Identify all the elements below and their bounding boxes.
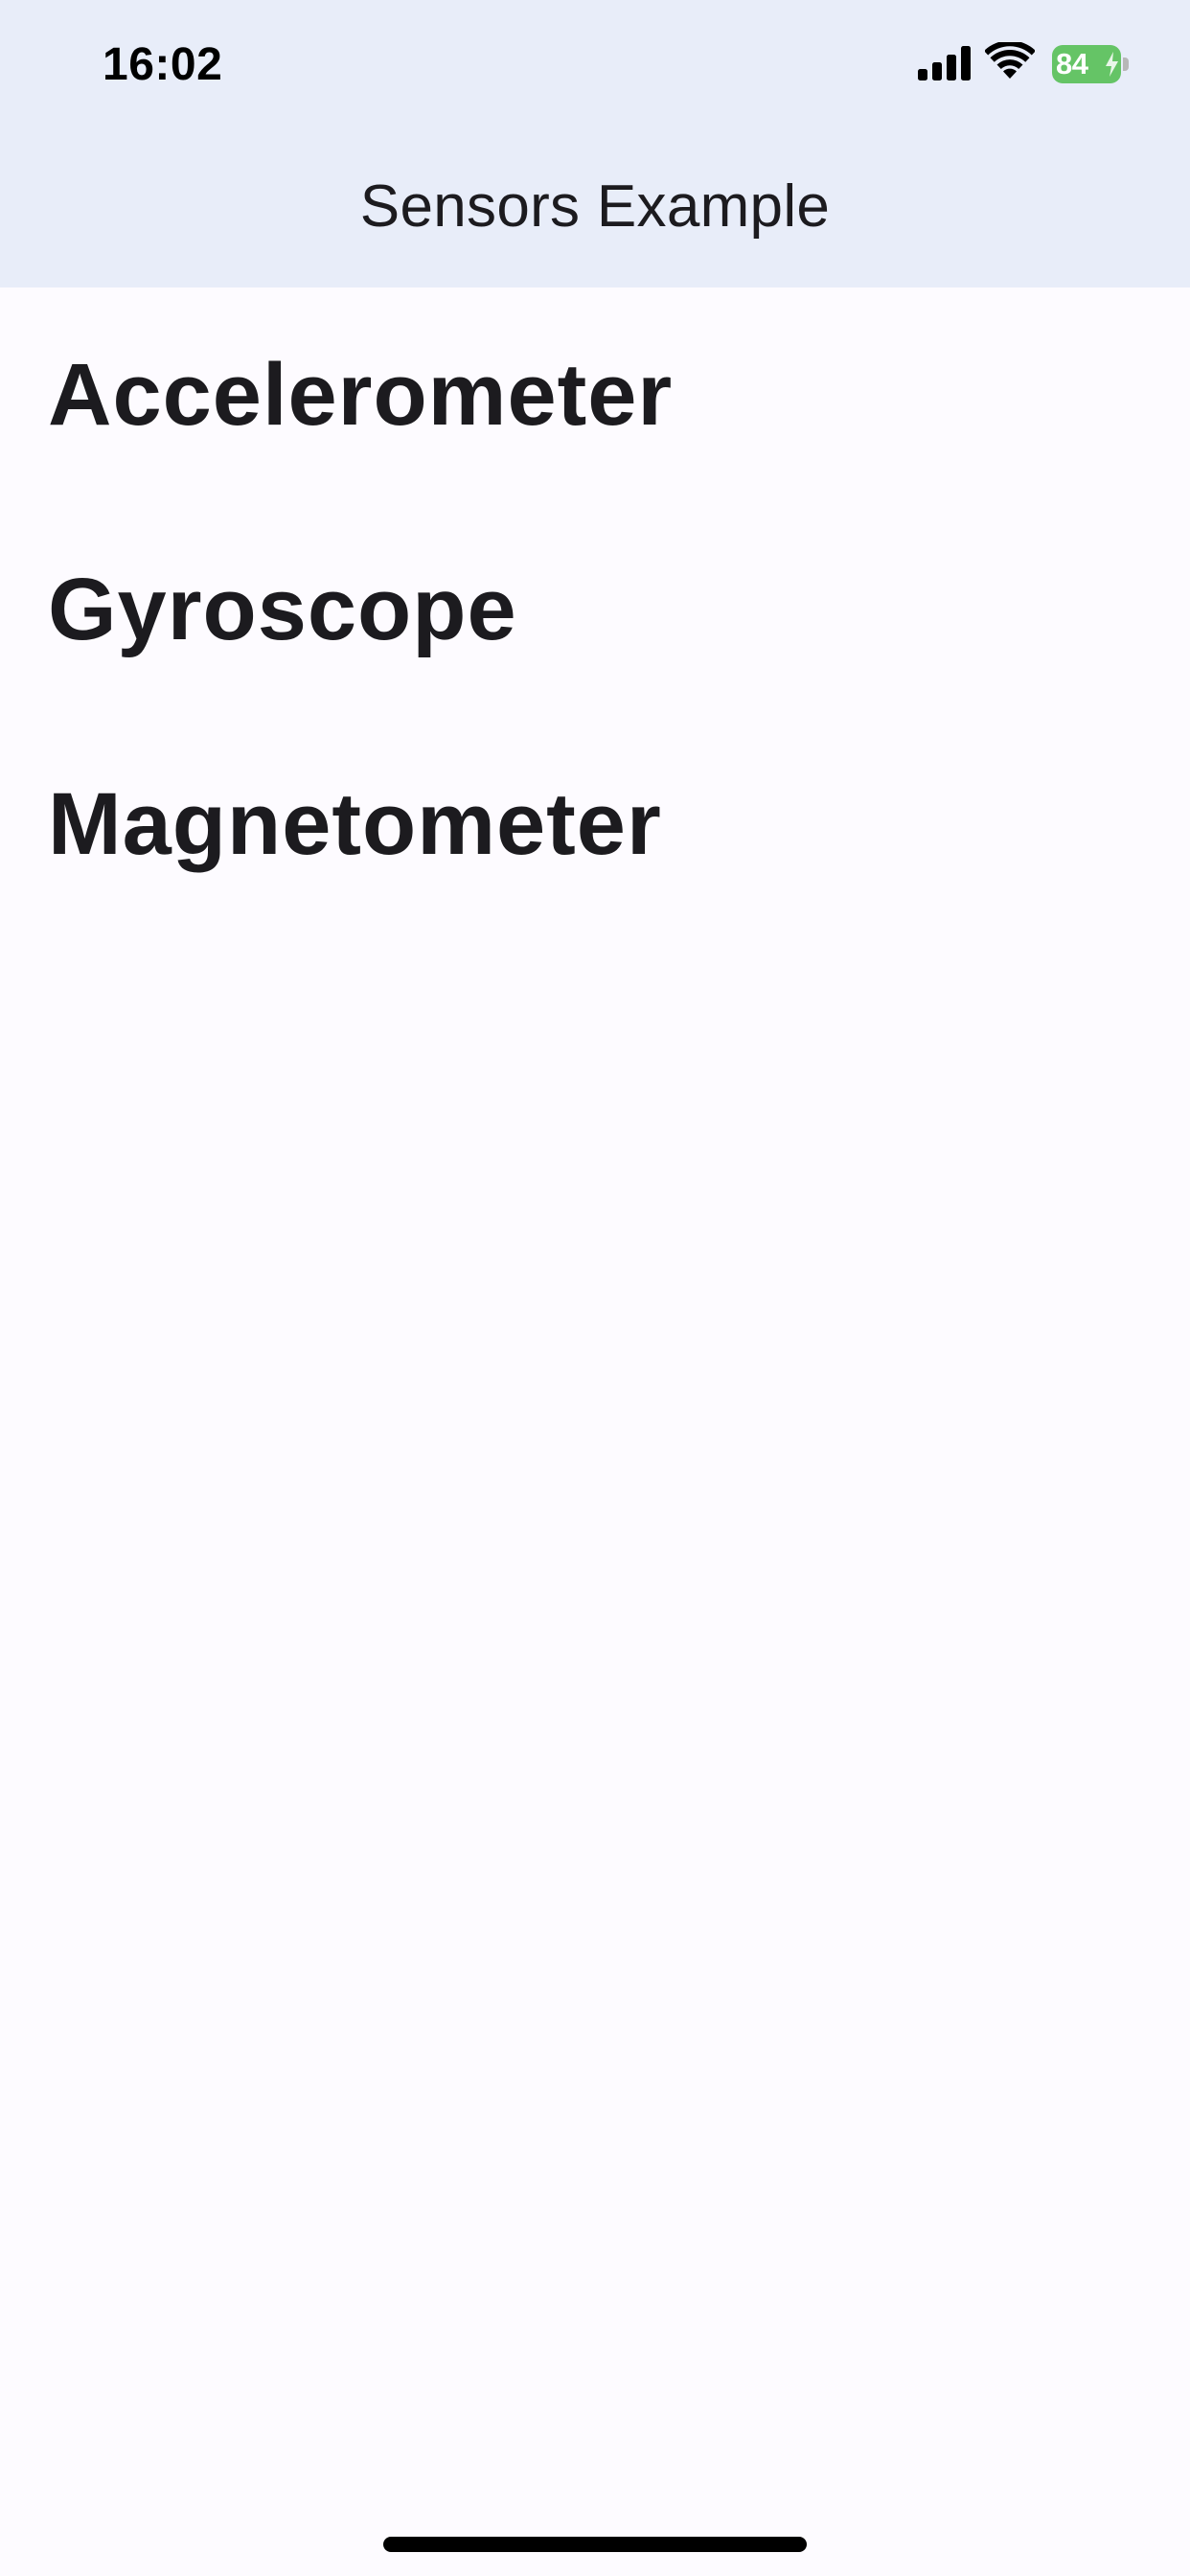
cellular-signal-icon (918, 46, 971, 80)
status-time: 16:02 (103, 39, 223, 90)
charging-bolt-icon (1106, 52, 1118, 77)
sensor-item-magnetometer[interactable]: Magnetometer (0, 717, 1190, 932)
battery-icon: 84 (1052, 45, 1129, 83)
sensor-item-label: Accelerometer (48, 346, 674, 444)
app-screen: 16:02 84 Sensors Example Accelerometer G… (0, 0, 1190, 2576)
sensor-item-label: Gyroscope (48, 561, 517, 658)
sensor-item-label: Magnetometer (48, 775, 662, 873)
page-title: Sensors Example (359, 173, 831, 240)
wifi-icon (985, 42, 1035, 79)
battery-cap (1123, 58, 1129, 71)
status-bar: 16:02 84 (0, 0, 1190, 134)
sensor-list: Accelerometer Gyroscope Magnetometer (0, 288, 1190, 932)
battery-level: 84 (1056, 47, 1088, 80)
home-indicator[interactable] (383, 2537, 807, 2552)
app-bar: 16:02 84 Sensors Example (0, 0, 1190, 288)
battery-body: 84 (1052, 45, 1121, 83)
sensor-item-accelerometer[interactable]: Accelerometer (0, 288, 1190, 502)
sensor-item-gyroscope[interactable]: Gyroscope (0, 502, 1190, 717)
